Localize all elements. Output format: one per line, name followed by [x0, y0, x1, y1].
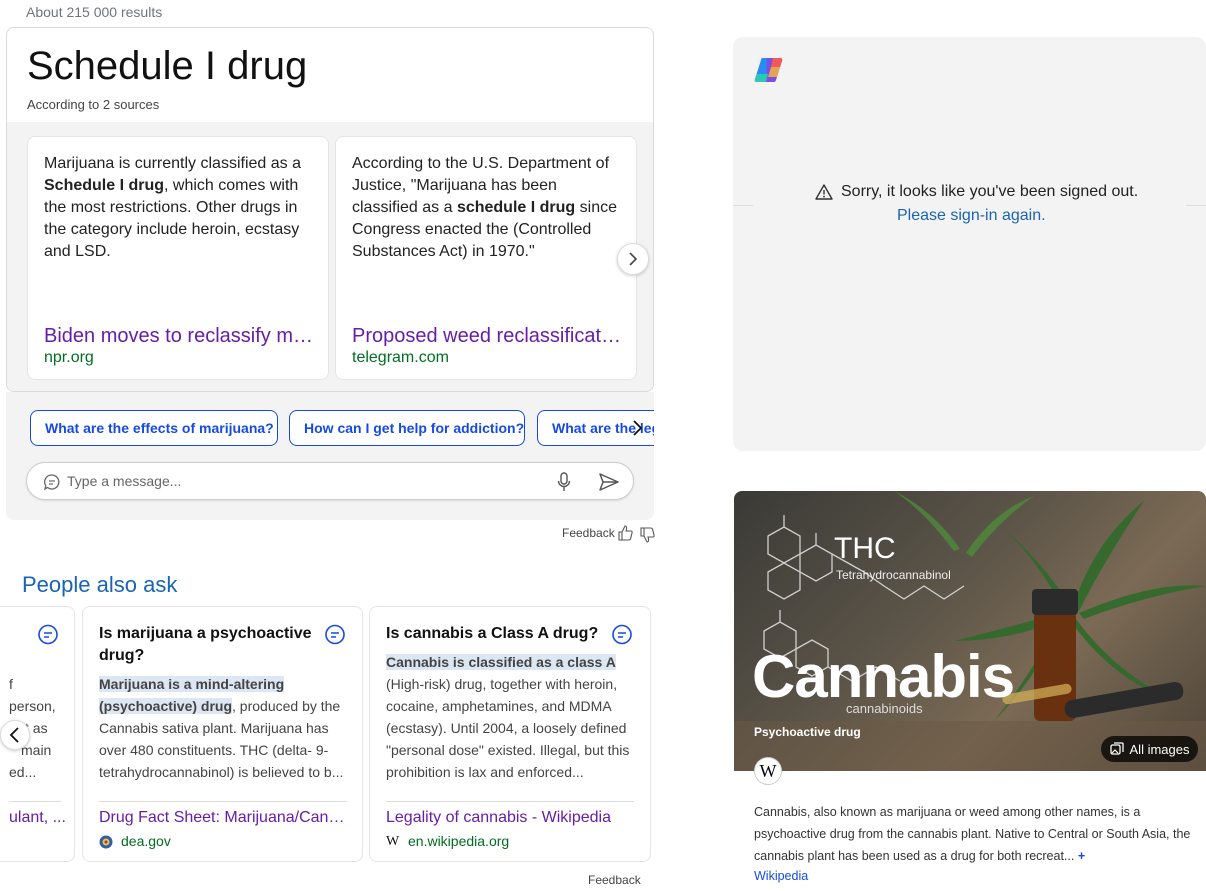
source-card[interactable]: Marijuana is currently classified as a S… [27, 136, 329, 380]
all-images-label: All images [1129, 741, 1190, 757]
feedback-label: Feedback [588, 873, 641, 887]
paa-domain: en.wikipedia.org [408, 833, 510, 849]
copilot-panel [733, 37, 1206, 451]
divider [1186, 205, 1206, 206]
chevron-left-icon [9, 727, 19, 743]
answer-subtitle: According to 2 sources [27, 97, 160, 112]
image-thc-sublabel: Tetrahydrocannabinol [836, 568, 951, 582]
suggestions-next-button[interactable] [622, 413, 652, 443]
source-domain: telegram.com [352, 349, 449, 366]
paa-link[interactable]: ulant, ... [9, 809, 66, 827]
images-icon [1109, 742, 1124, 755]
paa-link[interactable]: Drug Fact Sheet: Marijuana/Cannabis [99, 809, 349, 827]
expand-more-button[interactable]: + [1078, 849, 1085, 863]
divider [386, 801, 634, 802]
carousel-next-button[interactable] [617, 243, 649, 275]
paa-title: People also ask [22, 572, 178, 597]
suggestion-chip[interactable]: How can I get help for addiction? [289, 410, 525, 446]
entity-description: Cannabis, also known as marijuana or wee… [754, 805, 1191, 863]
warning-icon [815, 184, 833, 200]
suggestion-chip[interactable]: What are the effects of marijuana? [30, 410, 278, 446]
thumbs-down-icon[interactable] [640, 527, 655, 543]
answer-card: Schedule I drug According to 2 sources M… [6, 27, 654, 392]
signin-link[interactable]: Please sign-in again. [897, 207, 1046, 225]
wikipedia-favicon-icon: W [386, 834, 400, 849]
source-link[interactable]: Wikipedia [754, 869, 808, 883]
source-link[interactable]: Proposed weed reclassification [352, 325, 622, 348]
chat-bubble-icon[interactable] [36, 623, 60, 647]
divider [9, 801, 61, 802]
send-icon[interactable] [598, 472, 620, 492]
feedback-label: Feedback [562, 526, 615, 540]
thumbs-up-icon[interactable] [618, 525, 633, 541]
chevron-right-icon [633, 420, 643, 436]
message-box [26, 462, 634, 500]
divider [99, 801, 347, 802]
signout-text: Sorry, it looks like you've been signed … [841, 183, 1139, 200]
chat-bubble-icon[interactable] [610, 623, 634, 647]
results-count: About 215 000 results [26, 4, 163, 20]
paa-card[interactable]: Is marijuana a psychoactive drug? Mariju… [82, 606, 363, 862]
all-images-button[interactable]: All images [1101, 736, 1198, 762]
chevron-right-icon [629, 252, 638, 266]
source-text: According to the U.S. Department of Just… [352, 155, 617, 260]
source-text: Marijuana is currently classified as a S… [44, 155, 301, 260]
image-thc-label: THC [834, 532, 896, 565]
dea-favicon-icon [99, 835, 113, 849]
signout-message: Sorry, it looks like you've been signed … [815, 183, 1138, 201]
source-card[interactable]: According to the U.S. Department of Just… [335, 136, 637, 380]
carousel-prev-button[interactable] [0, 720, 30, 750]
divider [733, 205, 753, 206]
image-cannabinoids-label: cannabinoids [846, 701, 923, 716]
chat-bubble-icon[interactable] [323, 623, 347, 647]
message-input[interactable] [67, 471, 527, 491]
copilot-logo-icon [754, 58, 783, 82]
chat-bubble-icon [43, 474, 60, 491]
paa-question: Is cannabis a Class A drug? [386, 625, 599, 642]
source-link[interactable]: Biden moves to reclassify marijuana [44, 325, 314, 348]
microphone-icon[interactable] [557, 472, 571, 492]
answer-title: Schedule I drug [27, 44, 308, 88]
paa-answer: Cannabis is classified as a class A (Hig… [386, 654, 630, 780]
source-domain: npr.org [44, 349, 94, 366]
paa-domain: dea.gov [121, 833, 171, 849]
entity-type: Psychoactive drug [754, 725, 861, 739]
wikipedia-icon[interactable]: W [754, 757, 782, 785]
paa-card[interactable]: Is cannabis a Class A drug? Cannabis is … [369, 606, 651, 862]
paa-question: Is marijuana a psychoactive drug? [99, 625, 312, 664]
paa-answer: Marijuana is a mind-altering (psychoacti… [99, 676, 344, 780]
paa-link[interactable]: Legality of cannabis - Wikipedia [386, 809, 636, 827]
